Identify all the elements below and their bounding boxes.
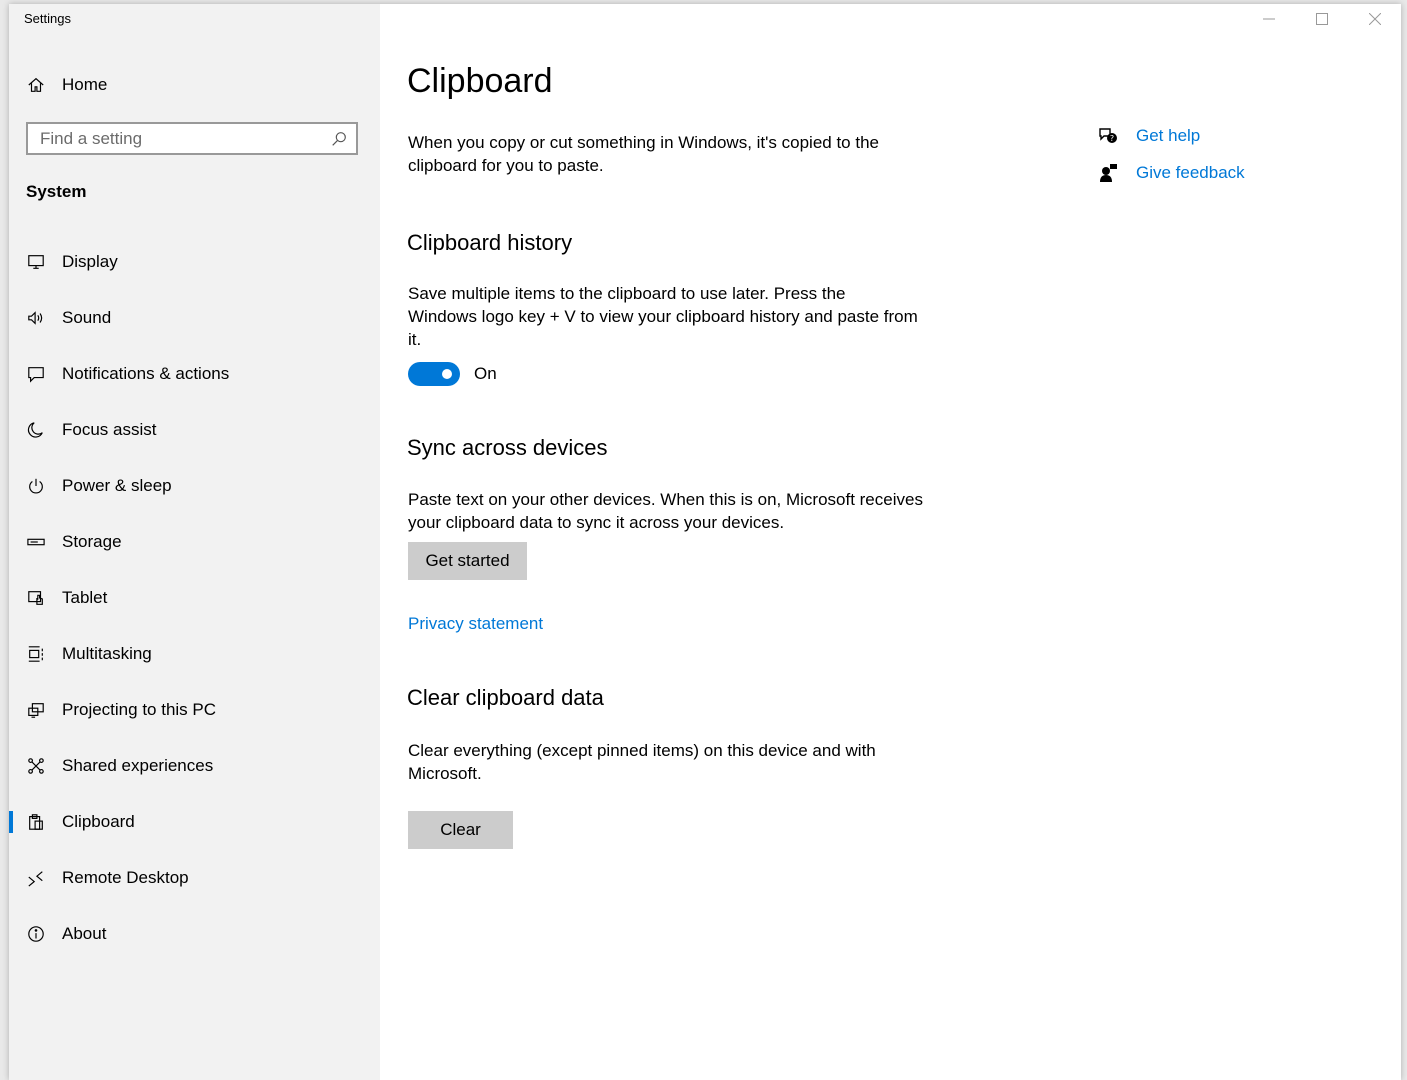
- sidebar-nav: Display Sound Notifications & actions Fo…: [9, 234, 380, 962]
- sidebar-item-clipboard[interactable]: Clipboard: [9, 794, 380, 850]
- toggle-knob: [442, 369, 452, 379]
- clipboard-history-description: Save multiple items to the clipboard to …: [408, 284, 918, 349]
- main-content: Clipboard When you copy or cut something…: [380, 4, 1401, 1080]
- search-icon[interactable]: [330, 130, 348, 148]
- sidebar-item-multitasking[interactable]: Multitasking: [9, 626, 380, 682]
- clear-button[interactable]: Clear: [408, 811, 513, 849]
- svg-text:?: ?: [1110, 134, 1114, 143]
- info-icon: [26, 924, 46, 944]
- sidebar-item-projecting[interactable]: Projecting to this PC: [9, 682, 380, 738]
- sidebar-item-home[interactable]: Home: [9, 66, 380, 104]
- sidebar-item-label: Notifications & actions: [62, 364, 230, 383]
- toggle-state-label: On: [474, 364, 497, 383]
- projecting-icon: [26, 700, 46, 720]
- sidebar-item-storage[interactable]: Storage: [9, 514, 380, 570]
- group-title: System: [26, 182, 87, 201]
- sidebar-item-label: Display: [62, 252, 118, 271]
- page-title: Clipboard: [407, 62, 553, 100]
- sidebar-item-about[interactable]: About: [9, 906, 380, 962]
- sidebar-item-label: Sound: [62, 308, 112, 327]
- settings-window: Settings Home System Display: [9, 4, 1401, 1080]
- sidebar-item-label: Focus assist: [62, 420, 157, 439]
- clear-title: Clear clipboard data: [407, 685, 604, 710]
- sidebar-item-tablet[interactable]: Tablet: [9, 570, 380, 626]
- shared-icon: [26, 756, 46, 776]
- notifications-icon: [26, 364, 46, 384]
- sidebar-item-focus-assist[interactable]: Focus assist: [9, 402, 380, 458]
- search-box: [26, 122, 358, 155]
- privacy-statement-link[interactable]: Privacy statement: [408, 614, 543, 634]
- storage-icon: [26, 532, 46, 552]
- sidebar-item-sound[interactable]: Sound: [9, 290, 380, 346]
- sidebar: Settings Home System Display: [9, 4, 380, 1080]
- give-feedback-link[interactable]: Give feedback: [1136, 163, 1245, 183]
- sidebar-item-label: Power & sleep: [62, 476, 172, 495]
- sync-description: Paste text on your other devices. When t…: [408, 490, 923, 532]
- clipboard-history-toggle[interactable]: [408, 362, 460, 386]
- maximize-button[interactable]: [1295, 4, 1348, 34]
- give-feedback-row[interactable]: Give feedback: [1098, 154, 1245, 191]
- sync-title: Sync across devices: [407, 435, 608, 460]
- get-help-row[interactable]: ? Get help: [1098, 117, 1245, 154]
- maximize-icon: [1315, 13, 1328, 25]
- intro-text: When you copy or cut something in Window…: [408, 133, 879, 175]
- sidebar-item-label: Storage: [62, 532, 122, 551]
- sound-icon: [26, 308, 46, 328]
- power-icon: [26, 476, 46, 496]
- clipboard-icon: [26, 812, 46, 832]
- sidebar-item-power-sleep[interactable]: Power & sleep: [9, 458, 380, 514]
- sidebar-item-notifications[interactable]: Notifications & actions: [9, 346, 380, 402]
- sidebar-item-display[interactable]: Display: [9, 234, 380, 290]
- minimize-icon: [1262, 18, 1275, 20]
- moon-icon: [26, 420, 46, 440]
- remote-desktop-icon: [26, 868, 46, 888]
- clipboard-history-title: Clipboard history: [407, 230, 573, 255]
- search-input[interactable]: [28, 123, 330, 154]
- sidebar-item-shared-experiences[interactable]: Shared experiences: [9, 738, 380, 794]
- sidebar-item-label: Multitasking: [62, 644, 152, 663]
- feedback-icon: [1098, 163, 1118, 183]
- sidebar-item-label: About: [62, 924, 107, 943]
- help-chat-icon: ?: [1098, 126, 1118, 146]
- app-title: Settings: [24, 11, 71, 26]
- multitasking-icon: [26, 644, 46, 664]
- minimize-button[interactable]: [1242, 4, 1295, 34]
- get-started-button[interactable]: Get started: [408, 542, 527, 580]
- close-button[interactable]: [1348, 4, 1401, 34]
- get-help-link[interactable]: Get help: [1136, 126, 1200, 146]
- sidebar-item-label: Clipboard: [62, 812, 135, 831]
- help-links: ? Get help Give feedback: [1098, 117, 1245, 191]
- home-icon: [26, 75, 46, 95]
- clipboard-history-toggle-row: On: [408, 362, 497, 386]
- sidebar-item-label: Home: [62, 75, 108, 94]
- sidebar-item-remote-desktop[interactable]: Remote Desktop: [9, 850, 380, 906]
- display-icon: [26, 252, 46, 272]
- close-icon: [1368, 13, 1381, 25]
- sidebar-item-label: Shared experiences: [62, 756, 214, 775]
- sidebar-item-label: Tablet: [62, 588, 108, 607]
- clear-description: Clear everything (except pinned items) o…: [408, 741, 876, 783]
- tablet-icon: [26, 588, 46, 608]
- window-controls: [1242, 4, 1401, 34]
- sidebar-item-label: Remote Desktop: [62, 868, 189, 887]
- sidebar-item-label: Projecting to this PC: [62, 700, 217, 719]
